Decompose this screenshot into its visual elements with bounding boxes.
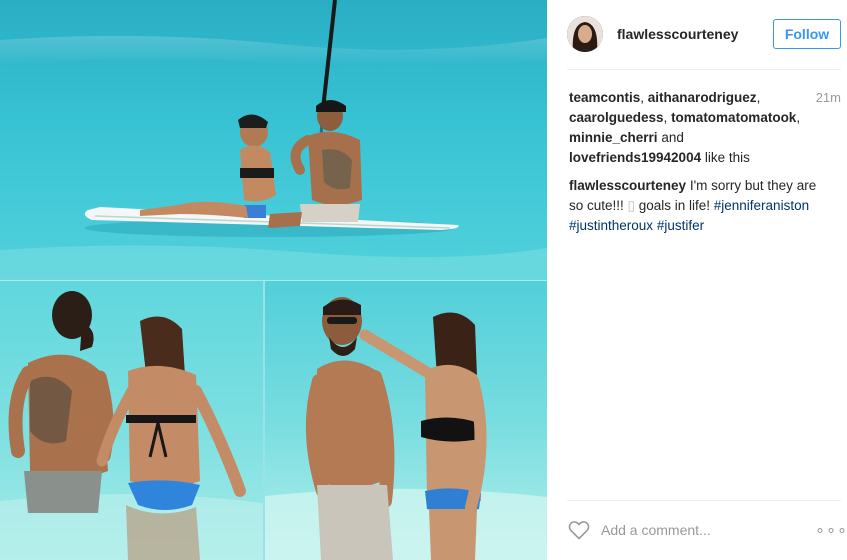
comment-bar: ∘∘∘ [567, 513, 847, 547]
post-photo[interactable] [0, 0, 547, 560]
more-options-icon[interactable]: ∘∘∘ [815, 520, 847, 540]
post-caption: flawlesscourteney I'm sorry but they are… [569, 176, 829, 236]
photo-panel-standing [265, 281, 547, 560]
like-user-3[interactable]: caarolguedess [569, 110, 664, 125]
photo-panel-paddleboard [0, 0, 547, 280]
paddleboard-scene [0, 0, 547, 280]
like-user-2[interactable]: aithanarodriguez [648, 90, 757, 105]
likes-and-text: and [661, 130, 684, 145]
walking-scene [0, 291, 263, 560]
caption-author[interactable]: flawlesscourteney [569, 178, 686, 193]
post-header: flawlesscourteney Follow [567, 13, 841, 55]
like-user-1[interactable]: teamcontis [569, 90, 640, 105]
hashtag-link[interactable]: #jenniferaniston [714, 198, 809, 213]
post-timestamp[interactable]: 21m [816, 90, 841, 105]
comment-input[interactable] [601, 522, 815, 538]
caption-emoji: ▯ [627, 198, 635, 213]
heart-outline-icon[interactable] [567, 518, 591, 542]
photo-panel-walking [0, 281, 263, 560]
standing-scene [265, 297, 547, 560]
like-user-6[interactable]: lovefriends19942004 [569, 150, 701, 165]
likes-suffix: like this [704, 150, 750, 165]
caption-text-2: goals in life! [634, 198, 714, 213]
header-divider [567, 69, 841, 70]
post-author-username[interactable]: flawlesscourteney [617, 26, 773, 42]
like-user-4[interactable]: tomatomatomatook [671, 110, 796, 125]
avatar[interactable] [567, 16, 603, 52]
likes-summary: teamcontis, aithanarodriguez, caarolgued… [569, 90, 801, 165]
like-user-5[interactable]: minnie_cherri [569, 130, 658, 145]
post-sidebar: flawlesscourteney Follow teamcontis, ait… [547, 0, 847, 560]
hashtag-link[interactable]: #justintheroux [569, 218, 653, 233]
follow-button[interactable]: Follow [773, 19, 841, 49]
footer-divider [567, 500, 841, 501]
avatar-image [567, 16, 603, 52]
hashtag-link[interactable]: #justifer [657, 218, 704, 233]
